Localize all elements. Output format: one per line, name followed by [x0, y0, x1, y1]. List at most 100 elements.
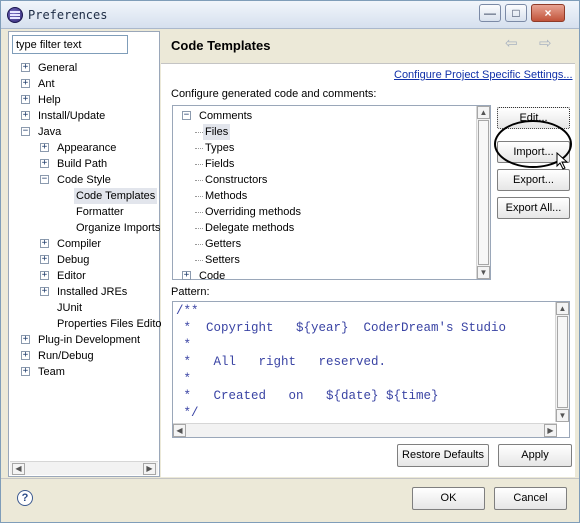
template-tree-item[interactable]: + Code: [173, 268, 473, 284]
title-bar[interactable]: Preferences — □ ×: [1, 1, 579, 29]
restore-defaults-button[interactable]: Restore Defaults: [397, 444, 489, 467]
export-button[interactable]: Export...: [497, 169, 570, 191]
collapse-icon[interactable]: −: [40, 175, 49, 184]
scroll-up-icon[interactable]: ▲: [477, 106, 490, 119]
filter-input[interactable]: [12, 35, 128, 54]
scroll-down-icon[interactable]: ▼: [556, 409, 569, 422]
expand-icon[interactable]: +: [21, 79, 30, 88]
nav-tree-item[interactable]: + Ant: [9, 76, 159, 92]
preference-page: Code Templates ⇦ ⇨ Configure Project Spe…: [161, 31, 575, 477]
template-tree-label: Code: [199, 270, 226, 282]
nav-tree-item[interactable]: + Install/Update: [9, 108, 159, 124]
minimize-button[interactable]: —: [479, 4, 501, 22]
template-tree-label: Comments: [199, 110, 253, 122]
nav-tree-item[interactable]: + Compiler: [9, 236, 159, 252]
nav-tree-label: Help: [38, 94, 61, 106]
template-tree-label: Files: [203, 124, 231, 140]
nav-tree-item[interactable]: + Help: [9, 92, 159, 108]
nav-tree-item[interactable]: − Code Style: [9, 172, 159, 188]
tree-connector: [195, 164, 203, 165]
forward-arrow-icon[interactable]: ⇨: [539, 36, 565, 53]
scroll-thumb[interactable]: [557, 316, 568, 408]
scroll-left-icon[interactable]: ◀: [12, 463, 25, 475]
expand-icon[interactable]: +: [21, 95, 30, 104]
help-icon[interactable]: ?: [17, 490, 33, 506]
expand-icon[interactable]: +: [40, 239, 49, 248]
tree-connector: [195, 132, 203, 133]
pattern-horizontal-scrollbar[interactable]: ◀ ▶: [173, 423, 557, 437]
nav-tree-label: Editor: [57, 270, 86, 282]
expand-icon[interactable]: +: [40, 271, 49, 280]
expand-icon[interactable]: +: [21, 111, 30, 120]
expand-icon[interactable]: +: [40, 143, 49, 152]
cancel-button[interactable]: Cancel: [494, 487, 567, 510]
expand-icon[interactable]: +: [182, 271, 191, 280]
expand-icon[interactable]: +: [21, 335, 30, 344]
template-tree-item[interactable]: − Comments: [173, 108, 473, 124]
nav-tree-item[interactable]: JUnit: [9, 300, 159, 316]
maximize-button[interactable]: □: [505, 4, 527, 22]
nav-tree-item[interactable]: Organize Imports: [9, 220, 160, 236]
scroll-right-icon[interactable]: ▶: [143, 463, 156, 475]
template-tree-item[interactable]: Delegate methods: [173, 220, 473, 236]
mouse-cursor-icon: [556, 152, 569, 170]
nav-tree-item[interactable]: + Run/Debug: [9, 348, 159, 364]
template-tree-scrollbar[interactable]: ▲ ▼: [476, 106, 490, 279]
template-tree-label: Overriding methods: [205, 206, 301, 218]
footer-divider: [1, 478, 579, 479]
expand-icon[interactable]: +: [21, 367, 30, 376]
scroll-up-icon[interactable]: ▲: [556, 302, 569, 315]
template-tree-item[interactable]: Methods: [173, 188, 473, 204]
scroll-left-icon[interactable]: ◀: [173, 424, 186, 437]
nav-tree-item[interactable]: − Java: [9, 124, 159, 140]
nav-tree-item[interactable]: Code Templates: [9, 188, 159, 204]
template-tree-box[interactable]: − Comments Files Types Fields Constructors Met…: [172, 105, 491, 282]
export-all-button[interactable]: Export All...: [497, 197, 570, 219]
expand-icon[interactable]: +: [40, 287, 49, 296]
collapse-icon[interactable]: −: [182, 111, 191, 120]
nav-tree-item[interactable]: + Editor: [9, 268, 159, 284]
expand-icon[interactable]: +: [21, 63, 30, 72]
nav-tree-item[interactable]: + Build Path: [9, 156, 159, 172]
back-arrow-icon[interactable]: ⇦: [505, 36, 531, 53]
expand-icon[interactable]: +: [40, 159, 49, 168]
template-tree-label: Getters: [205, 238, 242, 250]
nav-tree-item[interactable]: + Appearance: [9, 140, 159, 156]
template-tree-item[interactable]: Files: [173, 124, 473, 140]
configure-project-link[interactable]: Configure Project Specific Settings...: [394, 69, 573, 81]
pattern-vertical-scrollbar[interactable]: ▲ ▼: [555, 302, 569, 422]
template-tree-item[interactable]: Fields: [173, 156, 473, 172]
template-tree-item[interactable]: Types: [173, 140, 473, 156]
ok-button[interactable]: OK: [412, 487, 485, 510]
nav-tree-label: Build Path: [57, 158, 108, 170]
expand-icon[interactable]: +: [21, 351, 30, 360]
nav-tree-label: Run/Debug: [38, 350, 94, 362]
close-button[interactable]: ×: [531, 4, 565, 22]
nav-tree-item[interactable]: Properties Files Edito: [9, 316, 162, 332]
nav-tree-item[interactable]: Formatter: [9, 204, 159, 220]
scroll-down-icon[interactable]: ▼: [477, 266, 490, 279]
template-tree-item[interactable]: Overriding methods: [173, 204, 473, 220]
pattern-line: *: [176, 338, 192, 352]
pattern-text[interactable]: /** * Copyright ${year} CoderDream's Stu…: [176, 303, 506, 422]
pattern-editor[interactable]: /** * Copyright ${year} CoderDream's Stu…: [172, 301, 570, 438]
nav-tree-item[interactable]: + Plug-in Development: [9, 332, 159, 348]
nav-tree-item[interactable]: + General: [9, 60, 159, 76]
nav-tree-item[interactable]: + Debug: [9, 252, 159, 268]
collapse-icon[interactable]: −: [21, 127, 30, 136]
template-tree-item[interactable]: Getters: [173, 236, 473, 252]
template-tree-label: Setters: [205, 254, 240, 266]
pattern-line: * Copyright ${year} CoderDream's Studio: [176, 321, 507, 335]
scroll-right-icon[interactable]: ▶: [544, 424, 557, 437]
nav-horizontal-scrollbar[interactable]: ◀ ▶: [10, 461, 158, 475]
nav-tree-item[interactable]: + Team: [9, 364, 159, 380]
scroll-thumb[interactable]: [478, 120, 489, 265]
template-tree-item[interactable]: Setters: [173, 252, 473, 268]
apply-button[interactable]: Apply: [498, 444, 572, 467]
nav-tree-item[interactable]: + Installed JREs: [9, 284, 159, 300]
expand-icon[interactable]: +: [40, 255, 49, 264]
pattern-line: * Created on ${date} ${time}: [176, 389, 439, 403]
template-tree-item[interactable]: Constructors: [173, 172, 473, 188]
pattern-line: /**: [176, 304, 199, 318]
template-tree-label: Types: [205, 142, 235, 154]
